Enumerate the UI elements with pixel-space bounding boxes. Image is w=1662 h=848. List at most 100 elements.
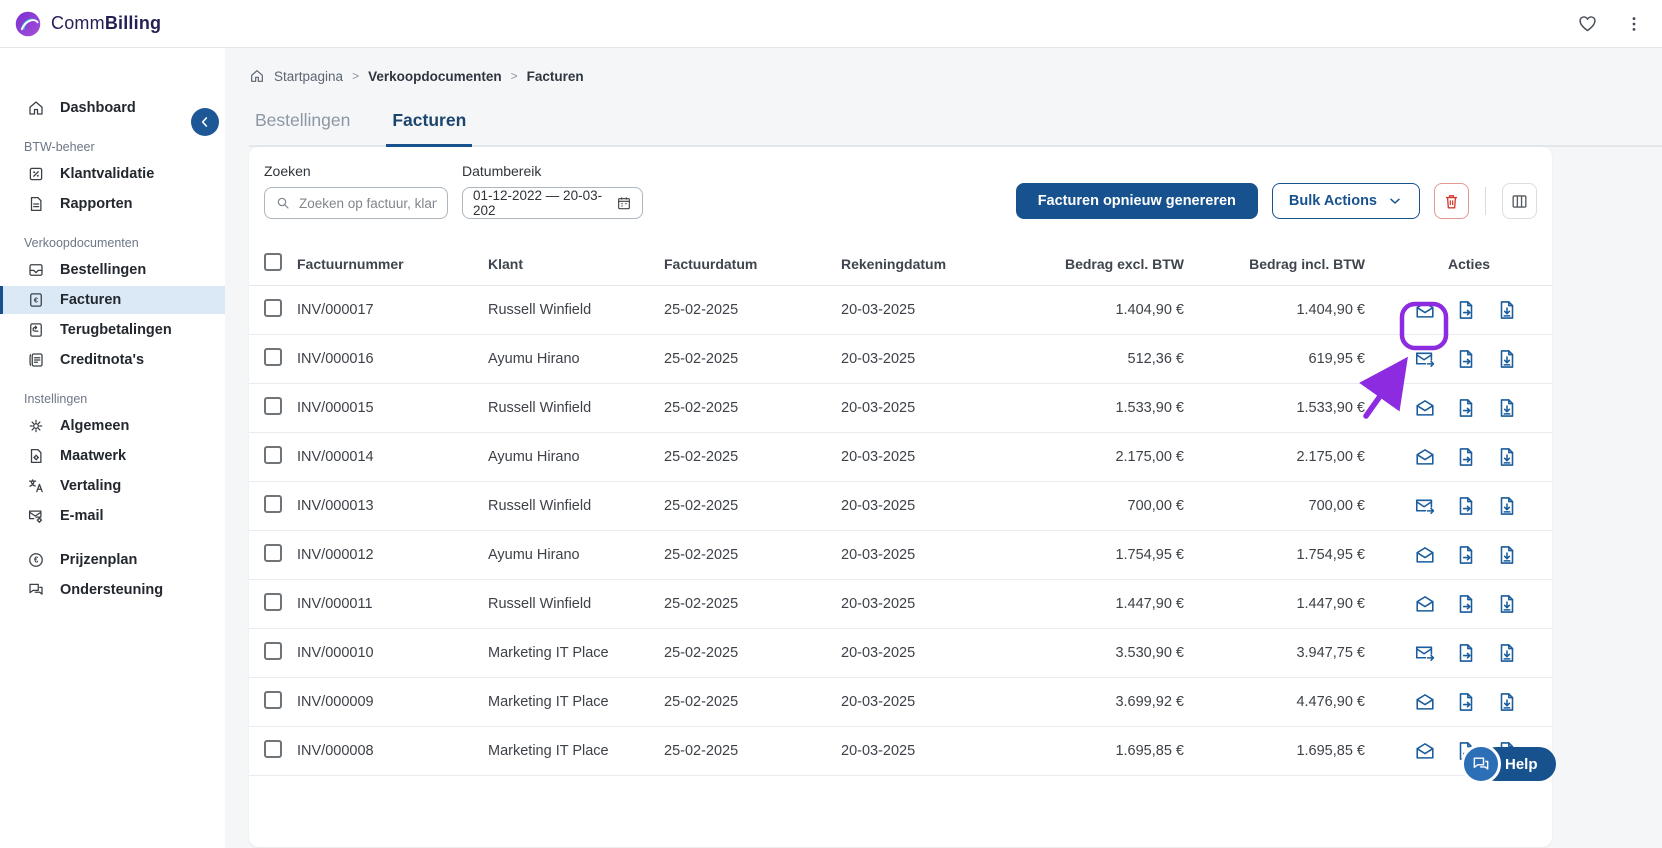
table-row[interactable]: INV/000016 Ayumu Hirano 25-02-2025 20-03-20… <box>249 334 1552 384</box>
table-row[interactable]: INV/000013 Russell Winfield 25-02-2025 20-0… <box>249 481 1552 531</box>
sidebar-item-label: Creditnota's <box>60 352 145 368</box>
sidebar-item-terugbetalingen[interactable]: Terugbetalingen <box>0 316 225 344</box>
export-file-button[interactable] <box>1455 642 1477 664</box>
sidebar-item-facturen[interactable]: € Facturen <box>0 286 225 314</box>
send-email-button[interactable] <box>1414 299 1436 321</box>
send-email-button[interactable] <box>1414 544 1436 566</box>
invoice-number-cell: INV/000011 <box>297 579 488 629</box>
send-email-button[interactable] <box>1414 642 1436 664</box>
billing-date-cell: 20-03-2025 <box>841 579 1019 629</box>
breadcrumb-startpagina[interactable]: Startpagina <box>274 69 343 84</box>
breadcrumb-verkoopdocumenten[interactable]: Verkoopdocumenten <box>368 69 502 84</box>
search-input[interactable] <box>299 195 437 211</box>
row-checkbox[interactable] <box>264 445 282 464</box>
brand-logo[interactable]: CommBilling <box>14 10 161 38</box>
download-file-button[interactable] <box>1496 397 1518 419</box>
send-email-button[interactable] <box>1414 397 1436 419</box>
export-file-button[interactable] <box>1455 495 1477 517</box>
download-file-button[interactable] <box>1496 446 1518 468</box>
sidebar-item-email[interactable]: E-mail <box>0 502 225 530</box>
tab-bestellingen[interactable]: Bestellingen <box>249 110 356 147</box>
send-email-button[interactable] <box>1414 446 1436 468</box>
column-header-factuurdatum[interactable]: Factuurdatum <box>664 243 841 286</box>
row-checkbox[interactable] <box>264 592 282 611</box>
sidebar-item-maatwerk[interactable]: Maatwerk <box>0 442 225 470</box>
send-email-button[interactable] <box>1414 740 1436 762</box>
export-file-button[interactable] <box>1455 299 1477 321</box>
columns-button[interactable] <box>1502 183 1537 219</box>
breadcrumb-separator: > <box>510 69 518 83</box>
table-row[interactable]: INV/000011 Russell Winfield 25-02-2025 20-0… <box>249 579 1552 629</box>
export-file-button[interactable] <box>1455 348 1477 370</box>
column-header-klant[interactable]: Klant <box>488 243 664 286</box>
export-file-button[interactable] <box>1455 593 1477 615</box>
download-file-button[interactable] <box>1496 642 1518 664</box>
export-file-button[interactable] <box>1455 691 1477 713</box>
more-menu-button[interactable] <box>1624 14 1644 34</box>
download-file-button[interactable] <box>1496 495 1518 517</box>
sidebar-item-algemeen[interactable]: Algemeen <box>0 412 225 440</box>
kebab-menu-icon <box>1624 14 1644 34</box>
column-header-factuurnummer[interactable]: Factuurnummer <box>297 243 488 286</box>
sidebar-item-bestellingen[interactable]: Bestellingen <box>0 256 225 284</box>
sidebar-item-ondersteuning[interactable]: Ondersteuning <box>0 576 225 604</box>
download-file-button[interactable] <box>1496 544 1518 566</box>
delete-button[interactable] <box>1434 183 1469 219</box>
row-checkbox[interactable] <box>264 494 282 513</box>
export-file-button[interactable] <box>1455 544 1477 566</box>
chat-button[interactable] <box>1461 744 1501 784</box>
send-email-button[interactable] <box>1414 593 1436 615</box>
date-range-input[interactable]: 01-12-2022 — 20-03-202 <box>462 187 643 219</box>
select-all-checkbox[interactable] <box>264 253 282 272</box>
table-row[interactable]: INV/000009 Marketing IT Place 25-02-2025 20… <box>249 677 1552 727</box>
amount-incl-cell: 1.533,90 € <box>1200 383 1381 433</box>
row-checkbox[interactable] <box>264 543 282 562</box>
row-checkbox[interactable] <box>264 347 282 366</box>
download-file-button[interactable] <box>1496 299 1518 321</box>
sidebar-item-creditnotas[interactable]: Creditnota's <box>0 346 225 374</box>
invoice-date-cell: 25-02-2025 <box>664 481 841 531</box>
row-checkbox[interactable] <box>264 396 282 415</box>
row-checkbox[interactable] <box>264 690 282 709</box>
sidebar-item-vertaling[interactable]: Vertaling <box>0 472 225 500</box>
column-header-bedrag-excl[interactable]: Bedrag excl. BTW <box>1019 243 1200 286</box>
send-email-button[interactable] <box>1414 691 1436 713</box>
download-file-button[interactable] <box>1496 348 1518 370</box>
amount-excl-cell: 3.530,90 € <box>1019 628 1200 678</box>
sidebar-item-klantvalidatie[interactable]: Klantvalidatie <box>0 160 225 188</box>
file-export-icon <box>1455 593 1477 615</box>
sidebar-item-rapporten[interactable]: Rapporten <box>0 190 225 218</box>
trash-icon <box>1442 192 1461 211</box>
table-row[interactable]: INV/000015 Russell Winfield 25-02-2025 20-0… <box>249 383 1552 433</box>
favorites-button[interactable] <box>1577 13 1598 34</box>
bulk-actions-button[interactable]: Bulk Actions <box>1271 183 1420 219</box>
row-checkbox[interactable] <box>264 739 282 758</box>
invoice-number-cell: INV/000014 <box>297 432 488 482</box>
svg-text:€: € <box>34 556 39 565</box>
invoice-number-cell: INV/000010 <box>297 628 488 678</box>
table-row[interactable]: INV/000010 Marketing IT Place 25-02-2025 20… <box>249 628 1552 678</box>
regenerate-invoices-button[interactable]: Facturen opnieuw genereren <box>1015 183 1258 219</box>
table-row[interactable]: INV/000014 Ayumu Hirano 25-02-2025 20-03-20… <box>249 432 1552 482</box>
table-row[interactable]: INV/000012 Ayumu Hirano 25-02-2025 20-03-20… <box>249 530 1552 580</box>
row-checkbox[interactable] <box>264 298 282 317</box>
file-download-icon <box>1496 495 1518 517</box>
sidebar: Dashboard BTW-beheer Klantvalidatie Rapport… <box>0 48 225 848</box>
tab-facturen[interactable]: Facturen <box>386 110 473 147</box>
home-icon[interactable] <box>249 68 265 84</box>
download-file-button[interactable] <box>1496 691 1518 713</box>
export-file-button[interactable] <box>1455 397 1477 419</box>
download-file-button[interactable] <box>1496 593 1518 615</box>
sidebar-item-prijzenplan[interactable]: € Prijzenplan <box>0 546 225 574</box>
topbar: CommBilling <box>0 0 1662 48</box>
gear-icon <box>27 417 45 435</box>
row-checkbox[interactable] <box>264 641 282 660</box>
send-email-button[interactable] <box>1414 495 1436 517</box>
column-header-rekeningdatum[interactable]: Rekeningdatum <box>841 243 1019 286</box>
export-file-button[interactable] <box>1455 446 1477 468</box>
table-row[interactable]: INV/000017 Russell Winfield 25-02-2025 20-0… <box>249 285 1552 335</box>
send-email-button[interactable] <box>1414 348 1436 370</box>
table-row[interactable]: INV/000008 Marketing IT Place 25-02-2025 20… <box>249 726 1552 776</box>
sidebar-collapse-button[interactable] <box>191 108 219 136</box>
column-header-bedrag-incl[interactable]: Bedrag incl. BTW <box>1200 243 1381 286</box>
